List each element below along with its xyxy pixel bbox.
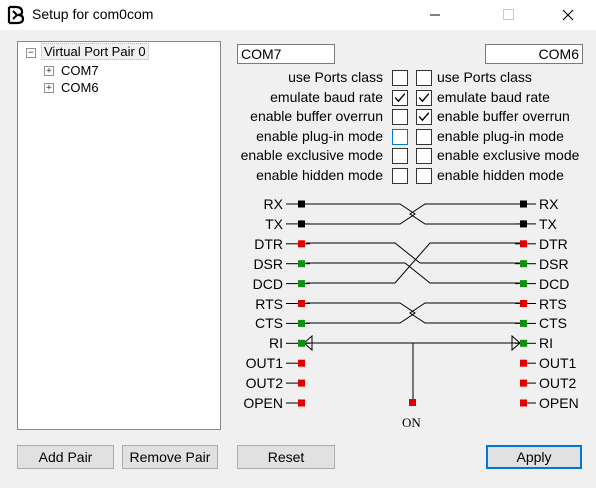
right-pin-label: DTR <box>539 235 568 252</box>
apply-button[interactable]: Apply <box>486 445 582 469</box>
on-pin-dot <box>409 399 416 406</box>
left-pin-label: RTS <box>255 295 283 312</box>
remove-pair-button[interactable]: Remove Pair <box>122 445 218 469</box>
left-pin-dot <box>298 280 305 288</box>
left-pin-label: DCD <box>252 275 283 292</box>
right-pin-dot <box>520 399 527 407</box>
left-pin-label: RX <box>263 196 283 212</box>
left-pin-label: OUT1 <box>245 355 283 372</box>
left-pin-label: TX <box>265 215 283 232</box>
left-pin-dot <box>298 260 305 268</box>
right-pin-dot <box>520 280 527 288</box>
right-pin-dot <box>520 300 527 307</box>
left-pin-dot <box>298 399 305 407</box>
left-pin-label: RI <box>269 335 283 352</box>
left-pin-label: DSR <box>253 255 283 272</box>
right-pin-label: OPEN <box>539 395 579 411</box>
left-pin-label: DTR <box>254 235 283 252</box>
right-pin-dot <box>520 200 527 208</box>
right-pin-label: RTS <box>539 295 567 312</box>
right-pin-label: DCD <box>539 275 570 292</box>
right-pin-dot <box>520 220 527 228</box>
right-pin-dot <box>520 260 527 268</box>
right-pin-label: CTS <box>539 315 567 332</box>
left-pin-label: CTS <box>255 315 283 332</box>
right-pin-dot <box>520 379 527 387</box>
left-pin-dot <box>298 300 305 307</box>
right-pin-label: OUT1 <box>539 355 577 372</box>
left-pin-label: OPEN <box>243 395 283 411</box>
left-pin-dot <box>298 359 305 367</box>
right-pin-dot <box>520 339 527 347</box>
left-pin-dot <box>298 200 305 208</box>
right-pin-dot <box>520 319 527 327</box>
left-pin-dot <box>298 339 305 347</box>
on-label: ON <box>402 415 421 430</box>
reset-button[interactable]: Reset <box>237 445 335 469</box>
right-pin-label: OUT2 <box>539 375 577 392</box>
add-pair-button[interactable]: Add Pair <box>17 445 114 469</box>
right-pin-label: TX <box>539 215 557 232</box>
right-pin-label: RX <box>539 196 559 212</box>
signal-wiring-diagram <box>286 200 536 407</box>
left-pin-dot <box>298 240 305 248</box>
right-pin-dot <box>520 240 527 248</box>
right-pin-label: RI <box>539 335 553 352</box>
left-pin-dot <box>298 319 305 327</box>
right-pin-dot <box>520 359 527 367</box>
right-pin-label: DSR <box>539 255 569 272</box>
left-pin-dot <box>298 220 305 228</box>
left-pin-label: OUT2 <box>245 375 283 392</box>
left-pin-dot <box>298 379 305 387</box>
